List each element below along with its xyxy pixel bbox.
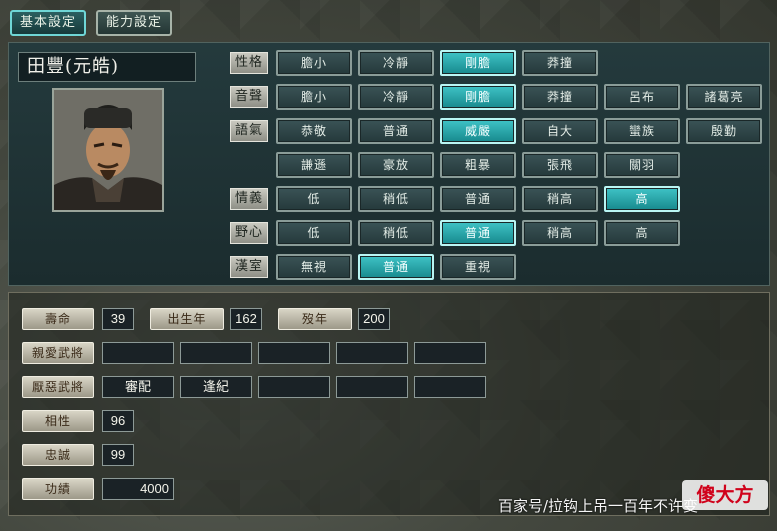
watermark-logo: 傻大方	[682, 480, 768, 510]
lifespan-label[interactable]: 壽命	[22, 308, 94, 330]
trait-option-button[interactable]: 高	[604, 220, 680, 246]
compatibility-value[interactable]: 96	[102, 410, 134, 432]
trait-row-label: 情義	[230, 188, 268, 210]
trait-option-button[interactable]: 張飛	[522, 152, 598, 178]
officer-portrait	[52, 88, 164, 212]
merit-value[interactable]: 4000	[102, 478, 174, 500]
trait-option-button[interactable]: 謙遜	[276, 152, 352, 178]
officer-name: 田豐(元皓)	[18, 52, 196, 82]
trait-option-button[interactable]: 關羽	[604, 152, 680, 178]
trait-option-button[interactable]: 蠻族	[604, 118, 680, 144]
loyalty-label[interactable]: 忠誠	[22, 444, 94, 466]
trait-option-button[interactable]: 呂布	[604, 84, 680, 110]
trait-option-button[interactable]: 殷勤	[686, 118, 762, 144]
trait-row-label: 性格	[230, 52, 268, 74]
trait-option-button[interactable]: 重視	[440, 254, 516, 280]
trait-option-button[interactable]: 莽撞	[522, 50, 598, 76]
trait-option-button[interactable]: 稍低	[358, 186, 434, 212]
liked-officers-label[interactable]: 親愛武將	[22, 342, 94, 364]
trait-option-button[interactable]: 膽小	[276, 84, 352, 110]
trait-option-button[interactable]: 低	[276, 186, 352, 212]
trait-option-button[interactable]: 冷靜	[358, 50, 434, 76]
watermark-text: 百家号/拉钩上吊一百年不许变	[498, 497, 699, 515]
disliked-officers-label[interactable]: 厭惡武將	[22, 376, 94, 398]
trait-row-label: 漢室	[230, 256, 268, 278]
liked-officer-slot[interactable]	[180, 342, 252, 364]
trait-option-button[interactable]: 普通	[358, 118, 434, 144]
trait-option-button[interactable]: 威嚴	[440, 118, 516, 144]
trait-option-button[interactable]: 稍低	[358, 220, 434, 246]
trait-option-button[interactable]: 普通	[440, 220, 516, 246]
trait-option-button[interactable]: 無視	[276, 254, 352, 280]
trait-option-button[interactable]: 低	[276, 220, 352, 246]
trait-row-label: 語氣	[230, 120, 268, 142]
officer-portrait-icon	[54, 90, 162, 210]
birth-year-label[interactable]: 出生年	[150, 308, 224, 330]
trait-option-button[interactable]: 莽撞	[522, 84, 598, 110]
trait-option-button[interactable]: 冷靜	[358, 84, 434, 110]
merit-label[interactable]: 功績	[22, 478, 94, 500]
trait-option-button[interactable]: 普通	[440, 186, 516, 212]
liked-officer-slot[interactable]	[258, 342, 330, 364]
liked-officer-slot[interactable]	[102, 342, 174, 364]
trait-option-button[interactable]: 普通	[358, 254, 434, 280]
disliked-officer-slot[interactable]	[258, 376, 330, 398]
trait-option-button[interactable]: 膽小	[276, 50, 352, 76]
trait-option-button[interactable]: 稍高	[522, 220, 598, 246]
disliked-officer-slot[interactable]	[336, 376, 408, 398]
trait-option-button[interactable]: 自大	[522, 118, 598, 144]
trait-option-button[interactable]: 粗暴	[440, 152, 516, 178]
trait-option-button[interactable]: 恭敬	[276, 118, 352, 144]
liked-officer-slot[interactable]	[414, 342, 486, 364]
compatibility-label[interactable]: 相性	[22, 410, 94, 432]
loyalty-value[interactable]: 99	[102, 444, 134, 466]
trait-row-label: 野心	[230, 222, 268, 244]
liked-officer-slot[interactable]	[336, 342, 408, 364]
lifespan-value[interactable]: 39	[102, 308, 134, 330]
trait-option-button[interactable]: 豪放	[358, 152, 434, 178]
birth-year-value[interactable]: 162	[230, 308, 262, 330]
death-year-value[interactable]: 200	[358, 308, 390, 330]
trait-option-button[interactable]: 稍高	[522, 186, 598, 212]
trait-option-button[interactable]: 諸葛亮	[686, 84, 762, 110]
trait-option-button[interactable]: 剛膽	[440, 50, 516, 76]
trait-row-label: 音聲	[230, 86, 268, 108]
trait-option-button[interactable]: 高	[604, 186, 680, 212]
disliked-officer-slot[interactable]	[414, 376, 486, 398]
trait-option-button[interactable]: 剛膽	[440, 84, 516, 110]
tab-basic-settings[interactable]: 基本設定	[10, 10, 86, 36]
disliked-officer-slot[interactable]: 審配	[102, 376, 174, 398]
death-year-label[interactable]: 歿年	[278, 308, 352, 330]
disliked-officer-slot[interactable]: 逢紀	[180, 376, 252, 398]
tab-ability-settings[interactable]: 能力設定	[96, 10, 172, 36]
